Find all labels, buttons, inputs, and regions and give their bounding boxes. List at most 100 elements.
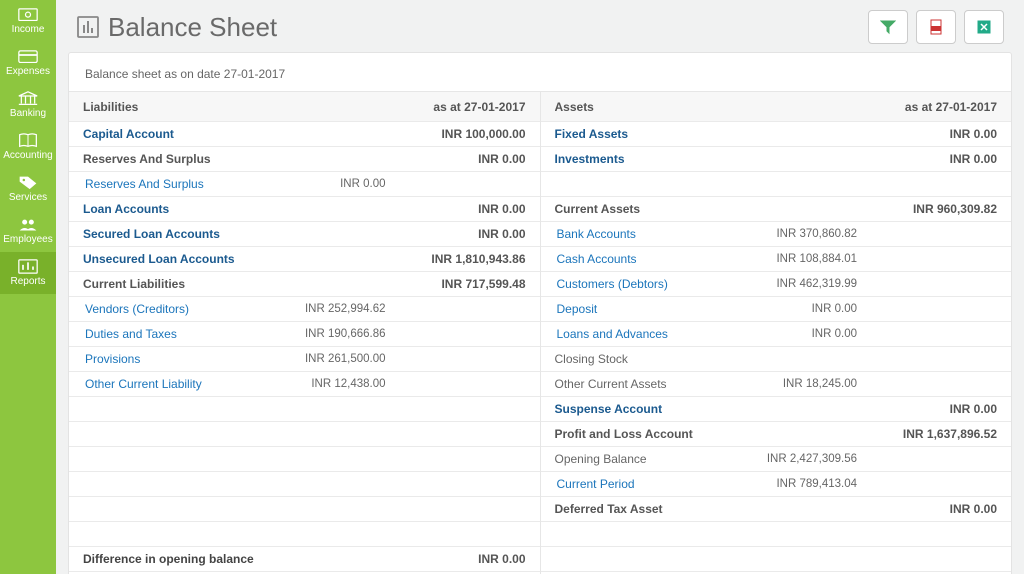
- table-row[interactable]: DepositINR 0.00: [541, 297, 1012, 322]
- table-row: [69, 422, 540, 447]
- row-label: Suspense Account: [555, 402, 858, 416]
- row-total: INR 0.00: [857, 127, 997, 141]
- table-row: Other Current AssetsINR 18,245.00: [541, 372, 1012, 397]
- table-row[interactable]: Suspense AccountINR 0.00: [541, 397, 1012, 422]
- row-total: INR 0.00: [386, 552, 526, 566]
- column-footer: TotalINR 2,598,206.34: [541, 547, 1012, 574]
- row-label: Opening Balance: [555, 452, 718, 466]
- main: Balance Sheet Balance sheet as on date 2…: [56, 0, 1024, 574]
- filter-button[interactable]: [868, 10, 908, 44]
- chart-icon: [76, 15, 100, 39]
- table-row: [69, 447, 540, 472]
- table-row: Current AssetsINR 960,309.82: [541, 197, 1012, 222]
- table-row: Deferred Tax AssetINR 0.00: [541, 497, 1012, 522]
- row-label: Bank Accounts: [555, 227, 718, 241]
- table-row[interactable]: Loans and AdvancesINR 0.00: [541, 322, 1012, 347]
- row-subtotal: INR 2,427,309.56: [717, 453, 857, 465]
- table-row[interactable]: Bank AccountsINR 370,860.82: [541, 222, 1012, 247]
- table-row[interactable]: Reserves And SurplusINR 0.00: [69, 172, 540, 197]
- sidebar-item-label: Banking: [10, 108, 46, 119]
- row-subtotal: INR 18,245.00: [717, 378, 857, 390]
- table-row: [541, 522, 1012, 547]
- sidebar-item-income[interactable]: Income: [0, 0, 56, 42]
- table-row[interactable]: Unsecured Loan AccountsINR 1,810,943.86: [69, 247, 540, 272]
- people-icon: [18, 217, 38, 232]
- sidebar-item-label: Employees: [3, 234, 52, 245]
- table-row: [69, 497, 540, 522]
- row-label: Unsecured Loan Accounts: [83, 252, 386, 266]
- titlebar: Balance Sheet: [56, 0, 1024, 52]
- table-row[interactable]: Duties and TaxesINR 190,666.86: [69, 322, 540, 347]
- row-subtotal: INR 0.00: [717, 328, 857, 340]
- sidebar-item-employees[interactable]: Employees: [0, 210, 56, 252]
- banknote-icon: [18, 7, 38, 22]
- row-label: Secured Loan Accounts: [83, 227, 386, 241]
- sidebar-item-services[interactable]: Services: [0, 168, 56, 210]
- row-label: Current Period: [555, 477, 718, 491]
- row-label: Other Current Assets: [555, 377, 718, 391]
- row-total: INR 0.00: [386, 152, 526, 166]
- sidebar-item-expenses[interactable]: Expenses: [0, 42, 56, 84]
- row-label: Customers (Debtors): [555, 277, 718, 291]
- report-subtitle: Balance sheet as on date 27-01-2017: [69, 53, 1011, 91]
- table-row[interactable]: Secured Loan AccountsINR 0.00: [69, 222, 540, 247]
- table-row: Closing Stock: [541, 347, 1012, 372]
- table-row[interactable]: Vendors (Creditors)INR 252,994.62: [69, 297, 540, 322]
- table-row: [69, 397, 540, 422]
- column-header: Assets as at 27-01-2017: [541, 92, 1012, 122]
- sidebar-item-accounting[interactable]: Accounting: [0, 126, 56, 168]
- pdf-icon: [928, 19, 944, 35]
- table-row: Profit and Loss AccountINR 1,637,896.52: [541, 422, 1012, 447]
- chart-icon: [18, 259, 38, 274]
- sidebar-item-banking[interactable]: Banking: [0, 84, 56, 126]
- table-row: [69, 472, 540, 497]
- table-row[interactable]: ProvisionsINR 261,500.00: [69, 347, 540, 372]
- excel-icon: [976, 19, 992, 35]
- row-subtotal: INR 462,319.99: [717, 278, 857, 290]
- row-subtotal: INR 0.00: [246, 178, 386, 190]
- sidebar-item-label: Reports: [10, 276, 45, 287]
- row-subtotal: INR 261,500.00: [246, 353, 386, 365]
- row-total: INR 0.00: [857, 402, 997, 416]
- table-row[interactable]: InvestmentsINR 0.00: [541, 147, 1012, 172]
- sidebar: Income Expenses Banking Accounting Servi…: [0, 0, 56, 574]
- balance-sheet: Liabilities as at 27-01-2017 Capital Acc…: [69, 91, 1011, 574]
- row-label: Duties and Taxes: [83, 327, 246, 341]
- sidebar-item-reports[interactable]: Reports: [0, 252, 56, 294]
- bank-icon: [18, 91, 38, 106]
- row-label: Current Assets: [555, 202, 858, 216]
- row-label: Loan Accounts: [83, 202, 386, 216]
- row-total: INR 0.00: [857, 502, 997, 516]
- row-total: INR 1,810,943.86: [386, 252, 526, 266]
- row-label: Investments: [555, 152, 858, 166]
- table-row[interactable]: Current PeriodINR 789,413.04: [541, 472, 1012, 497]
- row-subtotal: INR 108,884.01: [717, 253, 857, 265]
- row-label: Capital Account: [83, 127, 386, 141]
- table-row[interactable]: Cash AccountsINR 108,884.01: [541, 247, 1012, 272]
- table-row[interactable]: Fixed AssetsINR 0.00: [541, 122, 1012, 147]
- assets-column: Assets as at 27-01-2017 Fixed AssetsINR …: [540, 92, 1012, 574]
- export-excel-button[interactable]: [964, 10, 1004, 44]
- book-icon: [18, 133, 38, 148]
- row-label: Deposit: [555, 302, 718, 316]
- table-row[interactable]: Loan AccountsINR 0.00: [69, 197, 540, 222]
- table-row[interactable]: Other Current LiabilityINR 12,438.00: [69, 372, 540, 397]
- header-date: as at 27-01-2017: [386, 100, 526, 114]
- row-label: Deferred Tax Asset: [555, 502, 858, 516]
- row-label: Current Liabilities: [83, 277, 386, 291]
- table-row: [541, 547, 1012, 572]
- table-row: [69, 522, 540, 547]
- table-row[interactable]: Capital AccountINR 100,000.00: [69, 122, 540, 147]
- export-pdf-button[interactable]: [916, 10, 956, 44]
- row-total: INR 0.00: [386, 227, 526, 241]
- table-row: Reserves And SurplusINR 0.00: [69, 147, 540, 172]
- row-total: INR 717,599.48: [386, 277, 526, 291]
- row-total: INR 960,309.82: [857, 202, 997, 216]
- header-label: Liabilities: [83, 100, 386, 114]
- liabilities-column: Liabilities as at 27-01-2017 Capital Acc…: [69, 92, 540, 574]
- row-subtotal: INR 789,413.04: [717, 478, 857, 490]
- filter-icon: [880, 19, 896, 35]
- row-subtotal: INR 252,994.62: [246, 303, 386, 315]
- table-row[interactable]: Customers (Debtors)INR 462,319.99: [541, 272, 1012, 297]
- row-total: INR 0.00: [386, 202, 526, 216]
